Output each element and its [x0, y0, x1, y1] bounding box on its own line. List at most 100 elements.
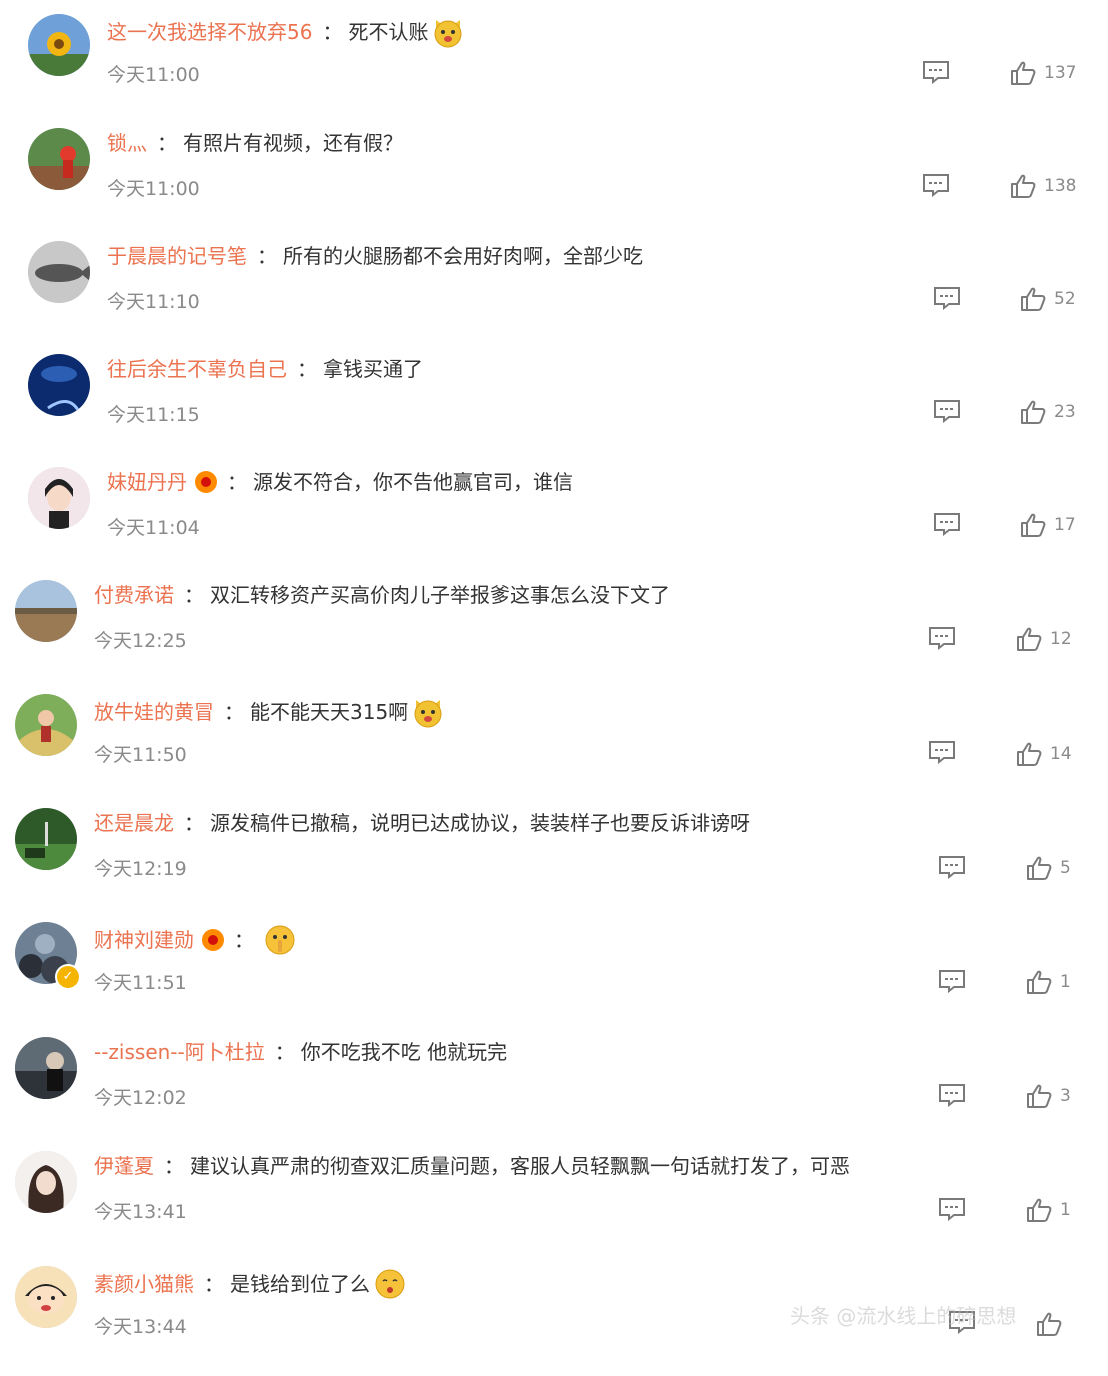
timestamp: 今天13:44 — [94, 1316, 187, 1338]
reply-icon[interactable] — [938, 1197, 966, 1222]
shush-face-emoji — [264, 924, 296, 956]
like-count: 52 — [1054, 289, 1076, 309]
timestamp: 今天11:10 — [107, 291, 200, 313]
thumbs-up-icon — [1021, 513, 1046, 537]
reply-icon[interactable] — [928, 626, 956, 651]
thumbs-up-icon — [1027, 970, 1052, 994]
verified-badge-icon: ✓ — [55, 964, 81, 990]
like-count: 14 — [1050, 744, 1072, 764]
like-button[interactable]: 137 — [1010, 59, 1076, 87]
username[interactable]: 往后余生不辜负自己 — [107, 356, 287, 382]
like-count: 12 — [1050, 629, 1072, 649]
comment-item: 于晨晨的记号笔 ： 所有的火腿肠都不会用好肉啊，全部少吃 今天11:10 — [28, 241, 1088, 351]
username[interactable]: 素颜小猫熊 — [94, 1271, 194, 1297]
username[interactable]: --zissen--阿卜杜拉 — [94, 1039, 265, 1065]
username[interactable]: 伊蓬夏 — [94, 1153, 154, 1179]
timestamp: 今天12:25 — [94, 630, 187, 652]
separator: ： — [184, 811, 204, 835]
comment-text: 建议认真严肃的彻查双汇质量问题，客服人员轻飘飘一句话就打发了，可恶 — [190, 1154, 850, 1178]
reply-icon[interactable] — [922, 60, 950, 85]
comment-item: --zissen--阿卜杜拉 ： 你不吃我不吃 他就玩完 今天12:02 — [15, 1037, 1085, 1147]
separator: ： — [157, 131, 177, 155]
comment-item: 付费承诺 ： 双汇转移资产买高价肉儿子举报爹这事怎么没下文了 今天12:25 — [15, 580, 1085, 690]
comment-item: 还是晨龙 ： 源发稿件已撤稿，说明已达成协议，装装样子也要反诉诽谤呀 今天12:… — [15, 808, 1085, 918]
thumbs-up-icon — [1021, 400, 1046, 424]
comment-text: 所有的火腿肠都不会用好肉啊，全部少吃 — [283, 244, 643, 268]
avatar[interactable] — [15, 694, 77, 756]
comment-text: 能不能天天315啊 — [250, 700, 409, 724]
like-button[interactable]: 14 — [1016, 740, 1072, 768]
reply-icon[interactable] — [933, 399, 961, 424]
avatar[interactable] — [28, 241, 90, 303]
like-button[interactable]: 12 — [1016, 625, 1072, 653]
timestamp: 今天12:19 — [94, 858, 187, 880]
reply-icon[interactable] — [933, 286, 961, 311]
comment-item: 往后余生不辜负自己 ： 拿钱买通了 今天11:15 — [28, 354, 1088, 464]
avatar[interactable] — [15, 1037, 77, 1099]
comment-text: 拿钱买通了 — [323, 357, 423, 381]
like-button[interactable]: 1 — [1026, 1196, 1071, 1224]
reply-icon[interactable] — [938, 1083, 966, 1108]
like-button[interactable] — [1036, 1310, 1070, 1338]
like-button[interactable]: 1 — [1026, 968, 1071, 996]
reply-icon[interactable] — [928, 740, 956, 765]
reply-icon[interactable] — [938, 855, 966, 880]
kiss-face-emoji — [374, 1268, 406, 1300]
like-button[interactable]: 5 — [1026, 854, 1071, 882]
comment-text: 有照片有视频，还有假？ — [183, 131, 403, 155]
comment-item: ✓ 财神刘建勋 ： 今天11:51 — [15, 922, 1085, 1032]
like-button[interactable]: 3 — [1026, 1082, 1071, 1110]
separator: ： — [234, 928, 254, 952]
like-button[interactable]: 17 — [1020, 511, 1076, 539]
reply-icon[interactable] — [922, 173, 950, 198]
comment-text: 死不认账 — [348, 20, 429, 44]
avatar[interactable] — [28, 354, 90, 416]
like-button[interactable]: 23 — [1020, 398, 1076, 426]
avatar[interactable] — [28, 128, 90, 190]
timestamp: 今天11:04 — [107, 517, 200, 539]
separator: ： — [224, 700, 244, 724]
username[interactable]: 妹妞丹丹 — [107, 469, 187, 495]
separator: ： — [227, 470, 247, 494]
avatar[interactable] — [15, 580, 77, 642]
like-count: 23 — [1054, 402, 1076, 422]
separator: ： — [257, 244, 277, 268]
avatar[interactable] — [15, 808, 77, 870]
thumbs-up-icon — [1027, 856, 1052, 880]
separator: ： — [274, 1040, 295, 1064]
username[interactable]: 财神刘建勋 — [94, 927, 194, 953]
avatar[interactable] — [28, 467, 90, 529]
cat-face-emoji — [412, 696, 444, 728]
timestamp: 今天11:51 — [94, 972, 187, 994]
like-button[interactable]: 138 — [1010, 172, 1076, 200]
comment-text: 你不吃我不吃 他就玩完 — [300, 1040, 508, 1064]
avatar[interactable] — [15, 1151, 77, 1213]
fan-badge-icon — [202, 929, 224, 951]
separator: ： — [164, 1154, 184, 1178]
watermark: 头条 @流水线上的碎思想 — [790, 1304, 1017, 1328]
username[interactable]: 这一次我选择不放弃56 — [107, 19, 312, 45]
timestamp: 今天12:02 — [94, 1087, 187, 1109]
separator: ： — [322, 20, 343, 44]
timestamp: 今天11:00 — [107, 178, 200, 200]
comment-item: 伊蓬夏 ： 建议认真严肃的彻查双汇质量问题，客服人员轻飘飘一句话就打发了，可恶 … — [15, 1151, 1085, 1261]
username[interactable]: 还是晨龙 — [94, 810, 174, 836]
comment-item: 放牛娃的黄冒 ： 能不能天天315啊 今天11:50 — [15, 694, 1085, 804]
username[interactable]: 锁灬 — [107, 130, 147, 156]
reply-icon[interactable] — [933, 512, 961, 537]
username[interactable]: 放牛娃的黄冒 — [94, 699, 214, 725]
reply-icon[interactable] — [938, 969, 966, 994]
avatar[interactable] — [28, 14, 90, 76]
cat-face-emoji — [432, 16, 464, 48]
like-count: 137 — [1044, 63, 1077, 83]
username[interactable]: 于晨晨的记号笔 — [107, 243, 247, 269]
like-count: 17 — [1054, 515, 1076, 535]
timestamp: 今天11:00 — [107, 64, 200, 86]
avatar[interactable] — [15, 1266, 77, 1328]
thumbs-up-icon — [1027, 1198, 1052, 1222]
like-button[interactable]: 52 — [1020, 285, 1076, 313]
like-count: 1 — [1060, 972, 1071, 992]
username[interactable]: 付费承诺 — [94, 582, 174, 608]
fan-badge-icon — [195, 471, 217, 493]
thumbs-up-icon — [1027, 1084, 1052, 1108]
